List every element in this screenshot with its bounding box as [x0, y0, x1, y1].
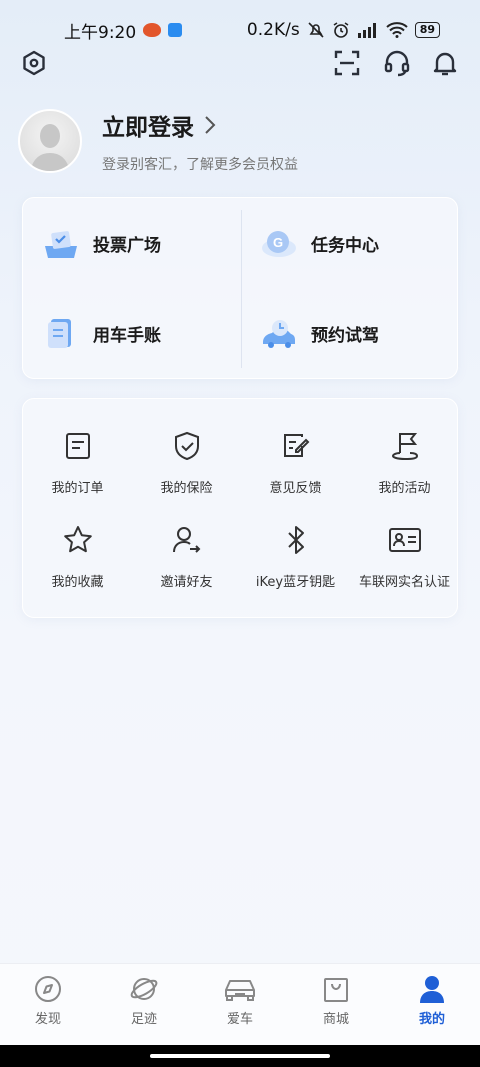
services-card: 我的订单 我的保险 意见反馈 我的活动 我的收藏 邀请好友 iKey蓝牙钥匙 车… — [22, 398, 458, 618]
settings-icon — [23, 50, 45, 76]
invite-icon — [172, 527, 200, 553]
service-my-activities[interactable]: 我的活动 — [350, 429, 459, 496]
service-label: iKey蓝牙钥匙 — [255, 575, 336, 590]
planet-icon — [130, 978, 158, 1000]
card-divider — [241, 210, 242, 368]
profile-text: 立即登录 登录别客汇，了解更多会员权益 — [102, 108, 298, 174]
battery-indicator: 89 — [414, 22, 440, 38]
user-icon — [420, 976, 444, 1003]
service-real-name-auth[interactable]: 车联网实名认证 — [350, 523, 459, 590]
settings-button[interactable] — [17, 46, 51, 80]
tab-me[interactable]: 我的 — [384, 964, 480, 1045]
scan-icon — [334, 50, 360, 76]
avatar[interactable] — [18, 109, 82, 173]
vote-icon — [45, 231, 77, 258]
tab-label: 爱车 — [226, 1012, 253, 1027]
default-avatar-icon — [30, 124, 70, 171]
status-right: 0.2K/s 89 — [247, 20, 440, 40]
chevron-right-icon — [205, 116, 216, 134]
service-ikey-bluetooth[interactable]: iKey蓝牙钥匙 — [241, 523, 350, 590]
shield-icon — [174, 431, 199, 461]
tab-label: 我的 — [418, 1012, 445, 1027]
service-label: 我的活动 — [378, 481, 431, 496]
system-nav-bar — [0, 1045, 480, 1067]
service-label: 意见反馈 — [269, 481, 322, 496]
service-my-favorites[interactable]: 我的收藏 — [23, 523, 132, 590]
compass-icon — [35, 976, 61, 1002]
tab-footprints[interactable]: 足迹 — [96, 964, 192, 1045]
quick-action-task[interactable]: G 任务中心 — [261, 226, 379, 260]
profile-header[interactable]: 立即登录 登录别客汇，了解更多会员权益 — [18, 108, 298, 174]
service-label: 我的保险 — [160, 481, 213, 496]
network-speed: 0.2K/s — [246, 20, 300, 40]
quick-action-label: 用车手账 — [93, 325, 161, 346]
order-icon — [65, 433, 90, 459]
quick-action-label: 任务中心 — [311, 235, 379, 256]
service-label: 邀请好友 — [160, 575, 213, 590]
quick-action-label: 预约试驾 — [311, 325, 379, 346]
bell-icon — [433, 52, 457, 76]
app-notification-icon — [143, 23, 162, 37]
star-icon — [63, 526, 92, 553]
quick-action-test-drive[interactable]: 预约试驾 — [261, 316, 379, 350]
headset-icon — [384, 50, 410, 77]
quick-action-label: 投票广场 — [93, 235, 161, 256]
quick-actions-card: 投票广场 G 任务中心 用车手账 预约试驾 — [22, 197, 458, 379]
service-label: 我的订单 — [51, 481, 104, 496]
tab-discover[interactable]: 发现 — [0, 964, 96, 1045]
tab-label: 发现 — [34, 1012, 61, 1027]
status-left: 上午9:20 — [64, 18, 183, 43]
signal-icon — [357, 23, 376, 38]
customer-service-button[interactable] — [380, 46, 414, 80]
alarm-icon — [333, 22, 349, 38]
svg-text:G: G — [273, 235, 283, 250]
bottom-tab-bar: 发现 足迹 爱车 商城 我的 — [0, 963, 480, 1045]
login-title: 立即登录 — [102, 115, 194, 141]
mute-icon — [308, 22, 324, 38]
shopping-bag-icon — [324, 978, 348, 1002]
id-card-icon — [388, 528, 421, 552]
feedback-icon — [283, 434, 309, 457]
notebook-icon — [48, 319, 71, 348]
flag-icon — [391, 433, 418, 461]
tab-label: 足迹 — [130, 1012, 157, 1027]
service-invite-friends[interactable]: 邀请好友 — [132, 523, 241, 590]
car-icon — [225, 980, 255, 1001]
status-time: 上午9:20 — [64, 22, 137, 43]
notification-button[interactable] — [428, 46, 462, 80]
wifi-icon — [386, 22, 408, 38]
service-label: 车联网实名认证 — [358, 575, 450, 590]
quick-action-vote[interactable]: 投票广场 — [43, 226, 161, 260]
test-drive-icon — [263, 320, 295, 348]
service-feedback[interactable]: 意见反馈 — [241, 429, 350, 496]
login-link[interactable]: 立即登录 — [102, 108, 298, 142]
tab-mall[interactable]: 商城 — [288, 964, 384, 1045]
service-my-orders[interactable]: 我的订单 — [23, 429, 132, 496]
bluetooth-icon — [287, 526, 304, 554]
top-toolbar — [0, 46, 480, 86]
app-notification-icon-2 — [168, 23, 183, 37]
quick-action-notebook[interactable]: 用车手账 — [43, 316, 161, 350]
service-my-insurance[interactable]: 我的保险 — [132, 429, 241, 496]
login-subtitle: 登录别客汇，了解更多会员权益 — [102, 157, 298, 173]
task-icon: G — [262, 231, 296, 257]
scan-button[interactable] — [330, 46, 364, 80]
tab-label: 商城 — [322, 1012, 349, 1027]
tab-my-car[interactable]: 爱车 — [192, 964, 288, 1045]
service-label: 我的收藏 — [51, 575, 104, 590]
home-indicator[interactable] — [150, 1054, 330, 1058]
